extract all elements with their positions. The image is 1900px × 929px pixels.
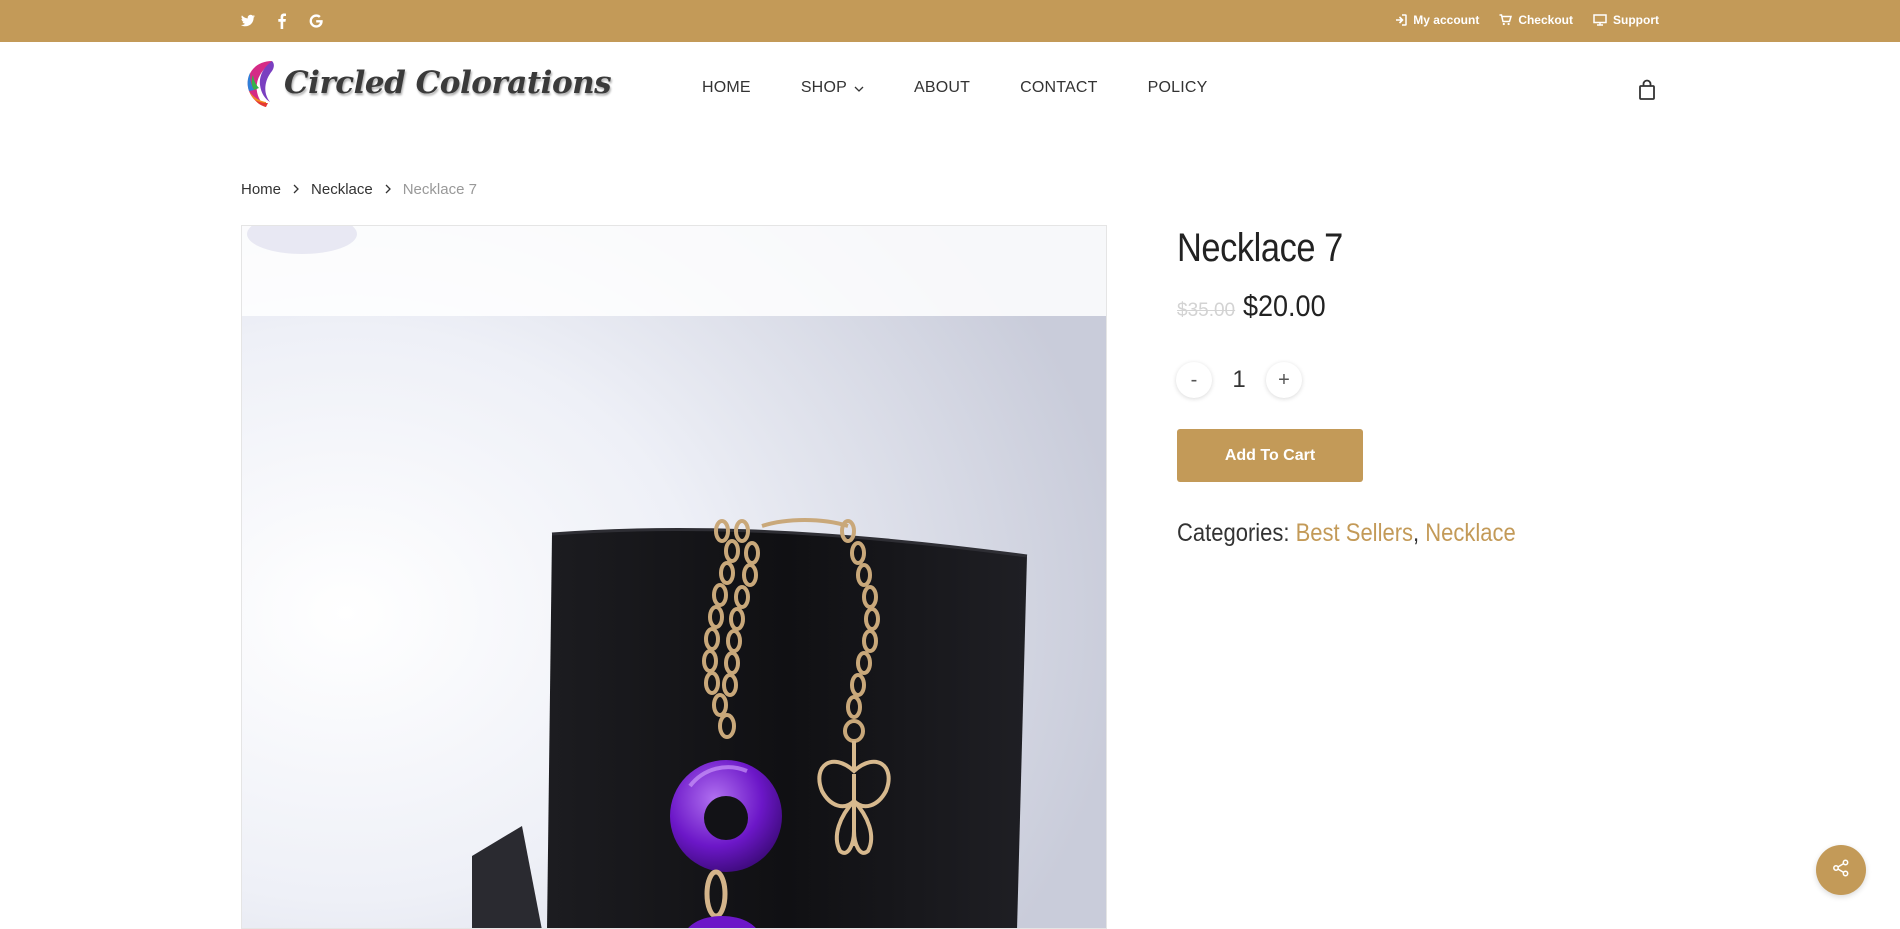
chevron-right-icon xyxy=(385,181,391,198)
category-link-best-sellers[interactable]: Best Sellers xyxy=(1296,519,1413,547)
share-icon xyxy=(1832,859,1850,882)
shopping-bag-icon[interactable] xyxy=(1637,79,1657,101)
breadcrumb-necklace[interactable]: Necklace xyxy=(311,181,373,198)
product-image[interactable] xyxy=(241,225,1107,929)
checkout-label: Checkout xyxy=(1518,13,1573,27)
nav-label: SHOP xyxy=(800,79,847,96)
quantity-stepper: - + xyxy=(1176,362,1302,398)
nav-label: HOME xyxy=(702,79,751,96)
category-separator: , xyxy=(1413,519,1420,547)
support-label: Support xyxy=(1613,13,1659,27)
social-links xyxy=(240,11,324,31)
facebook-icon[interactable] xyxy=(274,11,290,31)
quantity-input[interactable] xyxy=(1212,362,1266,398)
product-categories: Categories: Best Sellers, Necklace xyxy=(1177,519,1516,548)
breadcrumb-home[interactable]: Home xyxy=(241,181,281,198)
old-price: $35.00 xyxy=(1177,300,1236,321)
main-nav: HOME SHOP ABOUT CONTACT POLICY xyxy=(702,78,1208,98)
nav-item-about[interactable]: ABOUT xyxy=(914,78,970,98)
top-bar: My account Checkout Support xyxy=(0,0,1900,42)
sign-in-icon xyxy=(1395,14,1408,26)
sale-price: $20.00 xyxy=(1243,290,1326,323)
breadcrumb-current: Necklace 7 xyxy=(402,181,477,198)
quantity-decrease-button[interactable]: - xyxy=(1176,362,1212,398)
account-links: My account Checkout Support xyxy=(1395,12,1659,28)
my-account-label: My account xyxy=(1413,13,1480,27)
cart-icon xyxy=(1499,14,1513,26)
quantity-increase-button[interactable]: + xyxy=(1266,362,1302,398)
chevron-down-icon xyxy=(854,78,864,98)
price-row: $35.00 $20.00 xyxy=(1177,290,1335,324)
nav-label: CONTACT xyxy=(1020,79,1098,96)
product-title: Necklace 7 xyxy=(1177,226,1343,270)
nav-item-policy[interactable]: POLICY xyxy=(1148,78,1208,98)
category-link-necklace[interactable]: Necklace xyxy=(1425,519,1515,547)
add-to-cart-button[interactable]: Add To Cart xyxy=(1177,429,1363,482)
google-icon[interactable] xyxy=(308,11,324,31)
monitor-icon xyxy=(1593,14,1607,26)
breadcrumb: Home Necklace Necklace 7 xyxy=(241,181,477,198)
share-button[interactable] xyxy=(1816,845,1866,895)
support-link[interactable]: Support xyxy=(1593,12,1659,28)
nav-item-home[interactable]: HOME xyxy=(702,78,751,98)
nav-item-shop[interactable]: SHOP xyxy=(801,78,864,98)
chevron-right-icon xyxy=(293,181,299,198)
nav-item-contact[interactable]: CONTACT xyxy=(1020,78,1098,98)
logo-text: Circled Colorations xyxy=(284,65,612,101)
checkout-link[interactable]: Checkout xyxy=(1499,12,1573,28)
necklace-photo xyxy=(242,226,1106,928)
my-account-link[interactable]: My account xyxy=(1395,12,1479,28)
nav-label: ABOUT xyxy=(913,79,971,96)
categories-label: Categories: xyxy=(1177,519,1290,547)
nav-label: POLICY xyxy=(1147,79,1208,96)
twitter-icon[interactable] xyxy=(240,11,256,31)
site-logo[interactable]: Circled Colorations xyxy=(242,55,612,113)
